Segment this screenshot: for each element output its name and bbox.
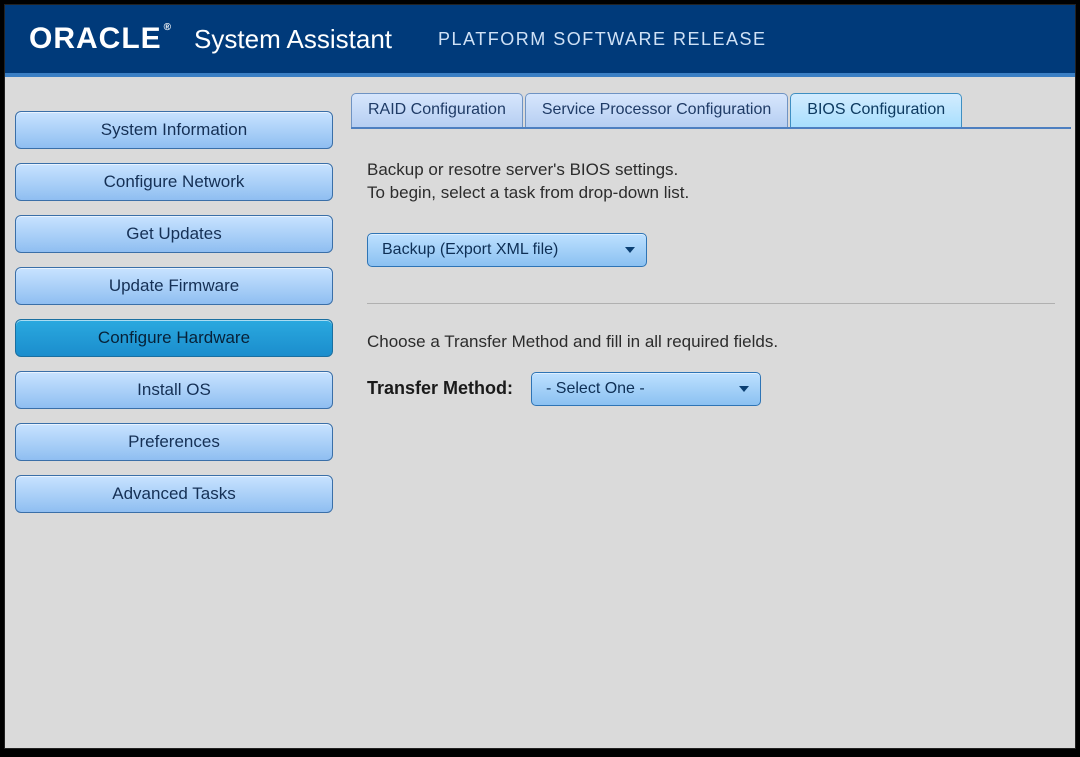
sidebar-item-update-firmware[interactable]: Update Firmware — [15, 267, 333, 305]
sidebar-item-advanced-tasks[interactable]: Advanced Tasks — [15, 475, 333, 513]
header-bar: ORACLE® System Assistant PLATFORM SOFTWA… — [5, 5, 1075, 77]
sidebar-item-label: Update Firmware — [109, 276, 239, 295]
sidebar-item-configure-hardware[interactable]: Configure Hardware — [15, 319, 333, 357]
task-dropdown-value: Backup (Export XML file) — [382, 241, 558, 259]
app-subtitle: PLATFORM SOFTWARE RELEASE — [438, 29, 767, 50]
tab-raid-configuration[interactable]: RAID Configuration — [351, 93, 523, 127]
chevron-down-icon — [622, 242, 638, 258]
sidebar-item-label: Configure Network — [104, 172, 245, 191]
tab-label: RAID Configuration — [368, 101, 506, 118]
sidebar-item-label: Configure Hardware — [98, 328, 250, 347]
transfer-prompt: Choose a Transfer Method and fill in all… — [367, 332, 1055, 352]
chevron-down-icon — [736, 381, 752, 397]
sidebar-item-system-information[interactable]: System Information — [15, 111, 333, 149]
intro-line-2: To begin, select a task from drop-down l… — [367, 182, 1055, 205]
app-title: System Assistant — [194, 24, 392, 55]
transfer-method-row: Transfer Method: - Select One - — [367, 372, 1055, 406]
sidebar: System Information Configure Network Get… — [15, 87, 333, 734]
task-dropdown[interactable]: Backup (Export XML file) — [367, 233, 647, 267]
sidebar-item-label: Preferences — [128, 432, 220, 451]
tab-strip: RAID Configuration Service Processor Con… — [351, 93, 1071, 127]
sidebar-item-label: Advanced Tasks — [112, 484, 235, 503]
intro-line-1: Backup or resotre server's BIOS settings… — [367, 159, 1055, 182]
section-divider — [367, 303, 1055, 304]
sidebar-item-label: Install OS — [137, 380, 211, 399]
tab-label: BIOS Configuration — [807, 101, 945, 118]
oracle-logo: ORACLE® — [29, 22, 172, 56]
oracle-reg-mark: ® — [164, 22, 172, 33]
intro-text: Backup or resotre server's BIOS settings… — [367, 159, 1055, 205]
sidebar-item-label: Get Updates — [126, 224, 221, 243]
sidebar-item-preferences[interactable]: Preferences — [15, 423, 333, 461]
sidebar-item-label: System Information — [101, 120, 247, 139]
body-row: System Information Configure Network Get… — [5, 77, 1075, 744]
transfer-method-label: Transfer Method: — [367, 378, 513, 399]
sidebar-item-install-os[interactable]: Install OS — [15, 371, 333, 409]
transfer-method-dropdown-value: - Select One - — [546, 380, 645, 398]
sidebar-item-get-updates[interactable]: Get Updates — [15, 215, 333, 253]
transfer-method-dropdown[interactable]: - Select One - — [531, 372, 761, 406]
bios-panel: Backup or resotre server's BIOS settings… — [351, 127, 1071, 734]
app-window: ORACLE® System Assistant PLATFORM SOFTWA… — [4, 4, 1076, 749]
tab-label: Service Processor Configuration — [542, 101, 771, 118]
sidebar-item-configure-network[interactable]: Configure Network — [15, 163, 333, 201]
tab-service-processor-configuration[interactable]: Service Processor Configuration — [525, 93, 788, 127]
main-area: RAID Configuration Service Processor Con… — [351, 87, 1075, 734]
tab-bios-configuration[interactable]: BIOS Configuration — [790, 93, 962, 127]
oracle-logo-text: ORACLE — [29, 22, 162, 56]
